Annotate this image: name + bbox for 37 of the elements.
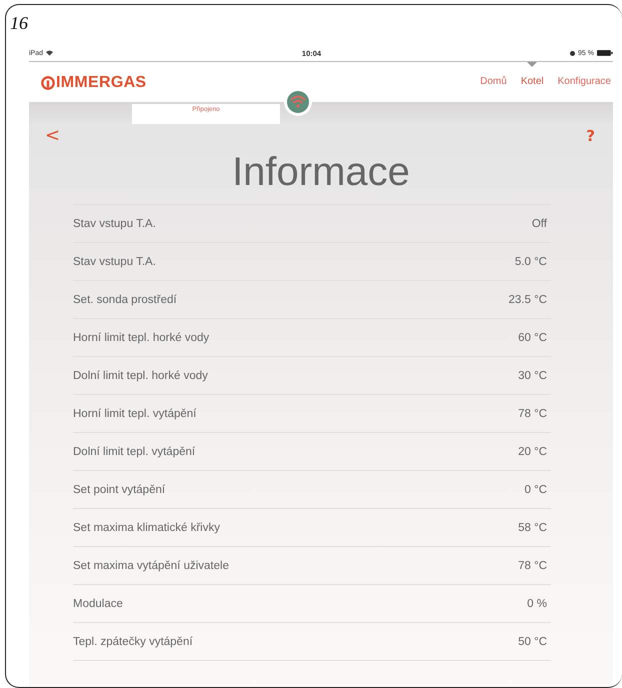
row-label: Stav vstupu T.A. [73,256,156,268]
triangle-icon [527,62,538,67]
row-label: Modulace [73,598,123,610]
row-value: Off [532,218,547,230]
back-button[interactable]: < [39,126,66,146]
nav-tab[interactable]: Konfigurace [556,62,613,91]
row-value: 5.0 °C [514,256,547,268]
row-label: Horní limit tepl. horké vody [73,332,210,344]
row-label: Set point vytápění [73,484,166,496]
wifi-icon [46,50,54,56]
row-value: 23.5 °C [508,294,547,306]
help-button[interactable]: ? [580,126,601,146]
nav-tab[interactable]: Kotel [518,62,546,91]
row-label: Dolní limit tepl. horké vody [73,370,208,382]
page-title: Informace [231,149,411,196]
row-label: Tepl. zpátečky vytápění [73,636,193,648]
row-value: 78 °C [518,560,547,572]
lock-icon [570,50,576,56]
row-label: Set maxima vytápění uživatele [73,560,229,572]
row-label: Set. sonda prostředí [73,294,177,306]
nav-tab[interactable]: Domů [478,62,509,91]
row-value: 50 °C [518,636,547,648]
row-value: 0 °C [524,484,547,496]
row-label: Set maxima klimatické křivky [73,522,220,534]
row-value: 58 °C [518,522,547,534]
row-value: 20 °C [518,446,547,458]
row-value: 60 °C [518,332,547,344]
row-value: 30 °C [518,370,547,382]
logo-icon [41,76,55,90]
row-label: Stav vstupu T.A. [73,218,156,230]
row-value: 0 % [527,598,547,610]
logo-text: IMMERGAS [56,74,146,92]
battery-icon [596,50,613,56]
row-value: 78 °C [518,408,547,420]
row-label: Dolní limit tepl. vytápění [73,446,196,458]
page-number: 16 [10,13,29,35]
row-label: Horní limit tepl. vytápění [73,408,196,420]
